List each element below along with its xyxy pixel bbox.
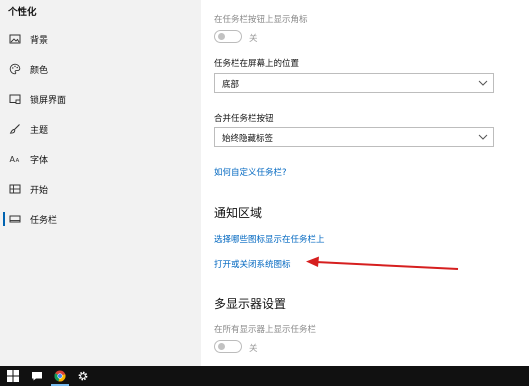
combine-buttons-value: 始终隐藏标签 — [222, 134, 274, 144]
taskbar-settings-button[interactable] — [72, 366, 94, 386]
taskbar-position-select[interactable]: 底部 — [214, 73, 494, 93]
taskbar-chat-button[interactable] — [26, 366, 48, 386]
svg-text:A: A — [16, 158, 20, 164]
font-icon: AA — [10, 155, 20, 164]
select-taskbar-icons-link[interactable]: 选择哪些图标显示在任务栏上 — [214, 233, 325, 245]
start-button[interactable] — [2, 366, 24, 386]
chevron-down-icon — [478, 134, 488, 140]
sidebar-item-colors[interactable]: 颜色 — [0, 59, 201, 81]
sidebar-item-label: 颜色 — [30, 66, 49, 76]
toggle-knob — [218, 33, 225, 40]
annotation-arrow — [306, 256, 459, 270]
taskbar-chrome-button[interactable] — [49, 366, 71, 386]
sidebar-item-label: 背景 — [30, 36, 49, 46]
sidebar-item-lock-screen[interactable]: 锁屏界面 — [0, 89, 201, 111]
brush-icon — [9, 124, 20, 134]
sidebar-item-taskbar[interactable]: 任务栏 — [0, 209, 201, 231]
chrome-icon — [54, 370, 66, 382]
sidebar-title: 个性化 — [8, 7, 37, 18]
multi-display-title: 多显示器设置 — [214, 297, 287, 311]
combine-buttons-select[interactable]: 始终隐藏标签 — [214, 127, 494, 147]
active-indicator — [3, 212, 5, 226]
sidebar-item-label: 开始 — [30, 186, 49, 196]
windows-taskbar — [0, 366, 529, 386]
sidebar-item-label: 主题 — [30, 126, 49, 136]
lock-screen-icon — [9, 94, 21, 104]
badges-toggle[interactable] — [214, 30, 242, 43]
notification-area-title: 通知区域 — [214, 206, 263, 220]
combine-buttons-label: 合并任务栏按钮 — [214, 114, 274, 124]
sidebar-item-label: 锁屏界面 — [30, 96, 67, 106]
sidebar-item-themes[interactable]: 主题 — [0, 119, 201, 141]
taskbar-icon — [9, 215, 21, 223]
show-all-displays-toggle-state: 关 — [249, 344, 258, 354]
windows-start-icon — [7, 370, 19, 382]
taskbar-position-value: 底部 — [222, 80, 240, 90]
start-icon — [9, 184, 21, 194]
show-all-displays-label: 在所有显示器上显示任务栏 — [214, 325, 317, 335]
sidebar: 个性化 背景 颜色 锁屏界面 主题 AA 字体 开始 任务栏 — [0, 0, 201, 366]
sidebar-item-background[interactable]: 背景 — [0, 29, 201, 51]
sidebar-item-start[interactable]: 开始 — [0, 179, 201, 201]
badges-toggle-state: 关 — [249, 34, 258, 44]
system-icons-link[interactable]: 打开或关闭系统图标 — [214, 258, 291, 270]
sidebar-item-label: 任务栏 — [30, 216, 58, 226]
palette-icon — [9, 63, 21, 75]
sidebar-item-fonts[interactable]: AA 字体 — [0, 149, 201, 171]
chat-icon — [32, 372, 42, 381]
settings-gear-icon — [78, 371, 88, 381]
sidebar-item-label: 字体 — [30, 156, 49, 166]
taskbar-position-label: 任务栏在屏幕上的位置 — [214, 59, 300, 69]
show-all-displays-toggle[interactable] — [214, 340, 242, 353]
toggle-knob — [218, 343, 225, 350]
badges-label: 在任务栏按钮上显示角标 — [214, 15, 308, 25]
customize-taskbar-link[interactable]: 如何自定义任务栏? — [214, 166, 287, 178]
picture-icon — [9, 34, 21, 44]
chevron-down-icon — [478, 80, 488, 86]
